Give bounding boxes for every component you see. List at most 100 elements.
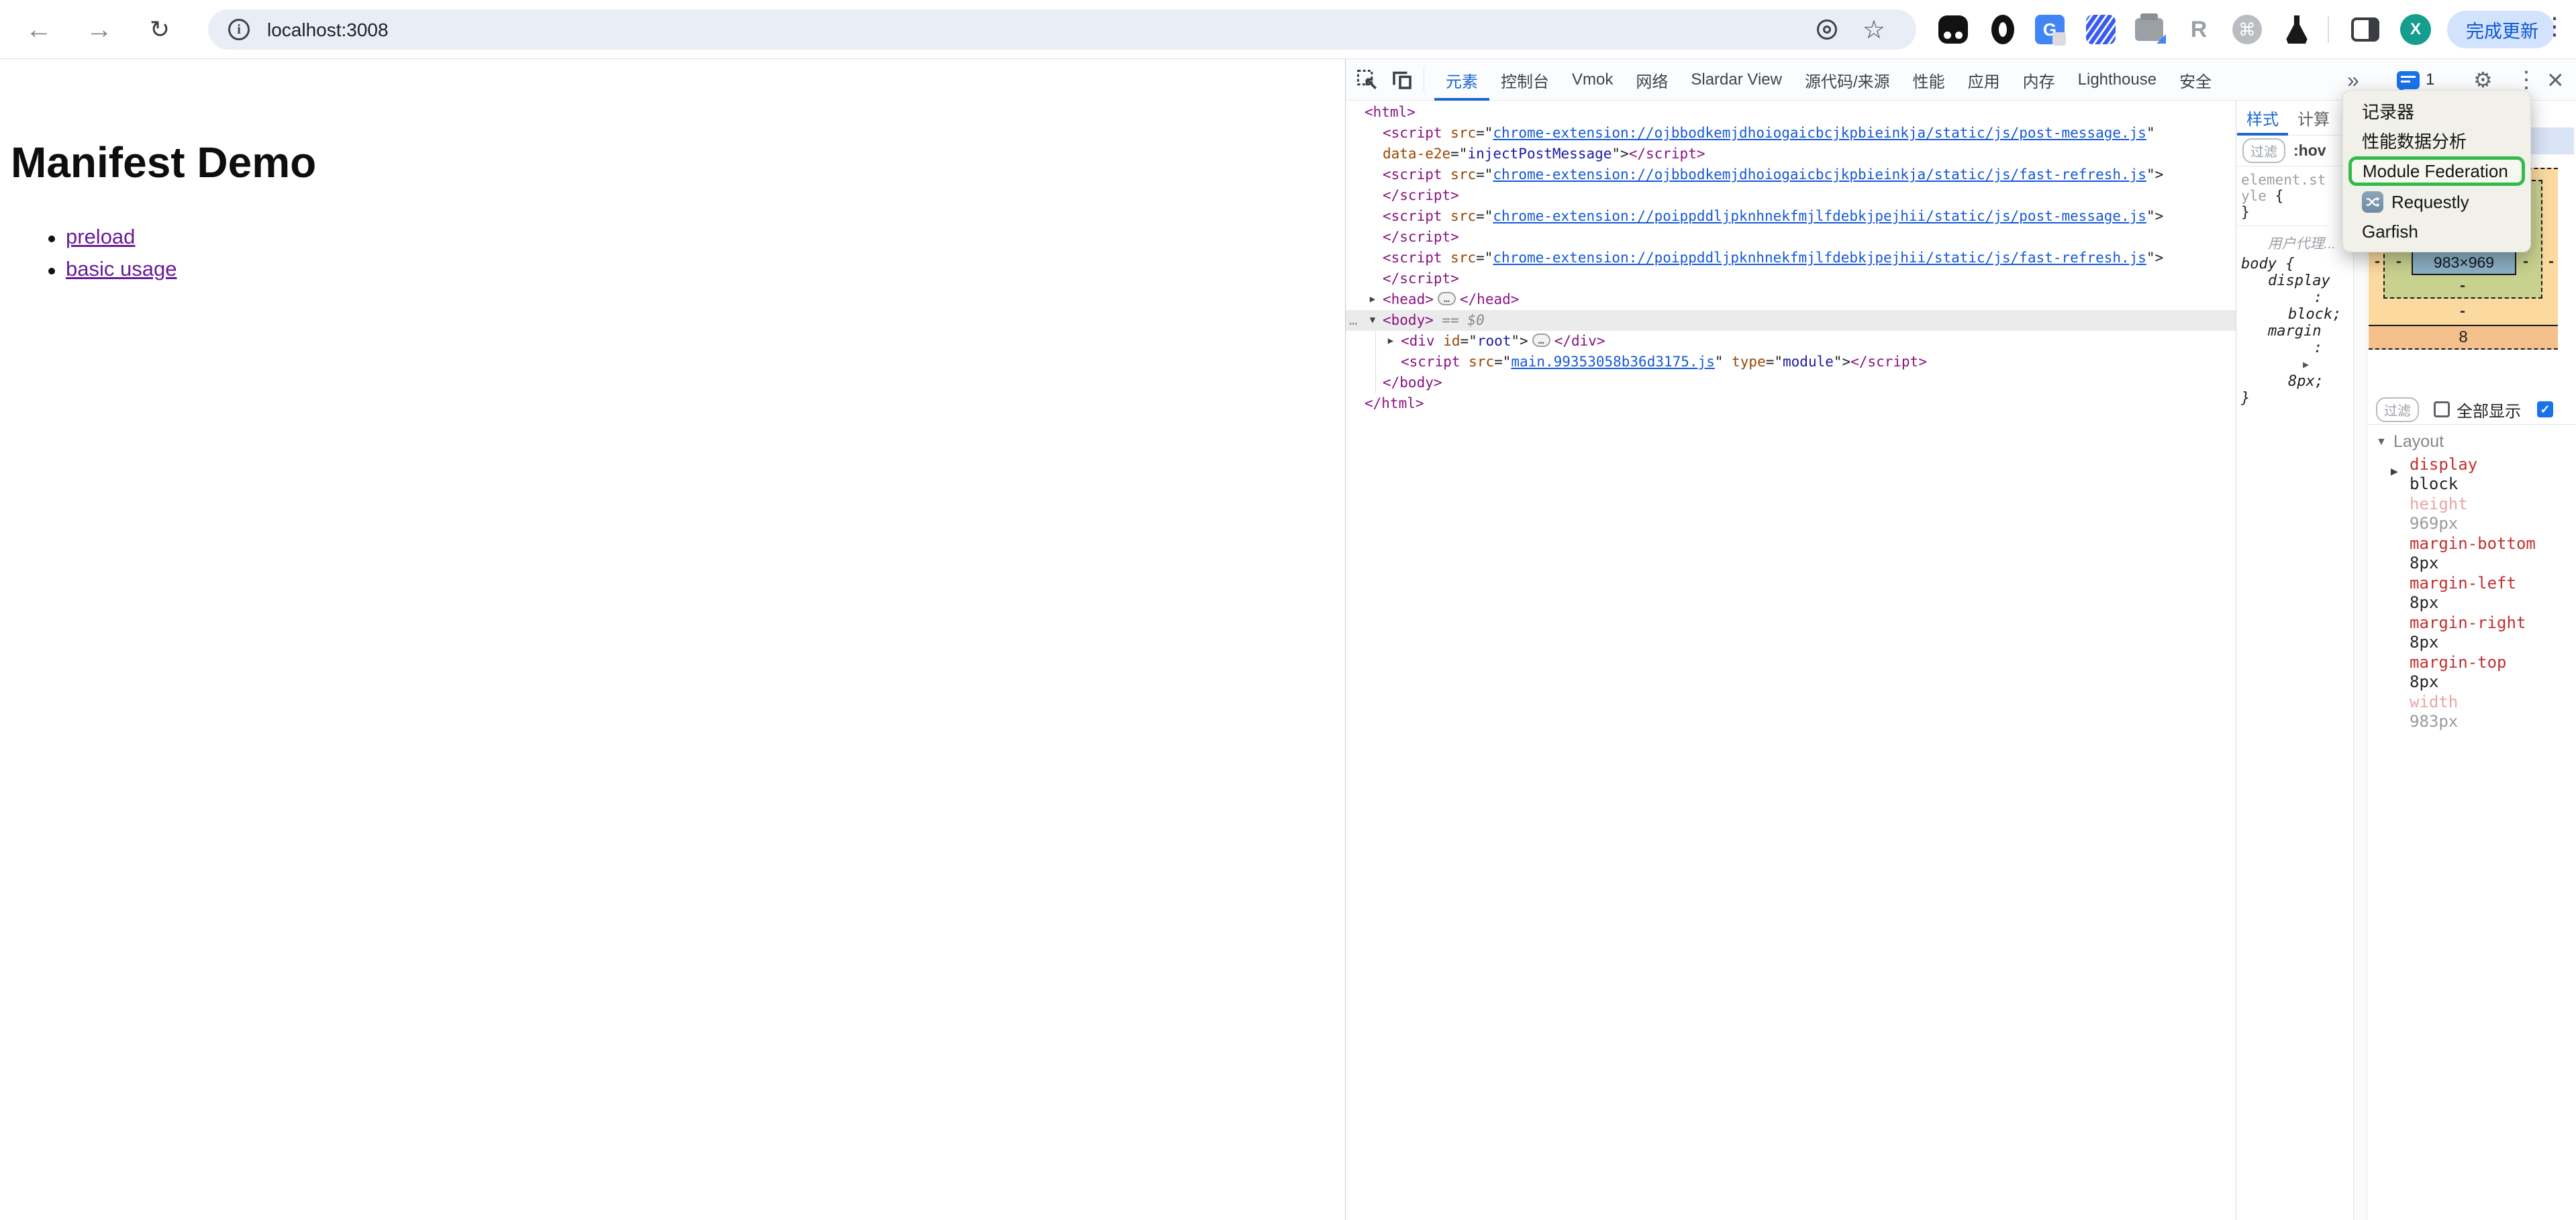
computed-property-height[interactable]: height969px [2368,495,2576,533]
css-property-name: display [2241,272,2353,289]
box-model-content[interactable]: 983×969 [2412,250,2516,275]
devtools-tab-网络[interactable]: 网络 [1624,59,1679,101]
elements-tree-line[interactable]: <script src="chrome-extension://ojbbodke… [1346,123,2236,144]
profile-avatar[interactable]: X [2400,14,2431,45]
menu-item-module-federation[interactable]: Module Federation [2348,156,2525,186]
elements-tree-line[interactable]: </script> [1346,268,2236,289]
bookmark-star-icon[interactable]: ☆ [1863,15,1885,45]
elements-tree-line[interactable]: </html> [1346,393,2236,414]
close-devtools-icon[interactable]: × [2547,59,2564,101]
elements-tree-line[interactable]: data-e2e="injectPostMessage"></script> [1346,144,2236,164]
browser-menu-icon[interactable]: ⋮ [2542,12,2563,40]
computed-property-margin-bottom[interactable]: margin-bottom8px [2368,534,2576,572]
menu-item-garfish[interactable]: Garfish [2343,217,2530,246]
elements-tree-line[interactable]: ▶<head>…</head> [1346,289,2236,310]
computed-filter-input[interactable]: 过滤 [2376,397,2419,422]
inline-expand-ellipsis[interactable]: … [1532,334,1550,347]
css-property-value: 8px; [2241,373,2353,390]
elements-tree-line[interactable]: <script src="chrome-extension://poippddl… [1346,206,2236,227]
inline-expand-ellipsis[interactable]: … [1438,292,1456,305]
computed-property-name: margin-top [2410,653,2576,672]
elements-tree-line[interactable]: </body> [1346,372,2236,393]
site-info-icon[interactable]: i [228,19,250,40]
styles-filter-input[interactable]: 过滤 [2242,138,2285,163]
layout-section-header[interactable]: ▼ Layout [2376,432,2444,452]
box-model-dash: - [2521,252,2530,271]
style-rule-line: } [2241,390,2353,407]
elements-tree-line[interactable]: <script src="main.99353058b36d3175.js" t… [1346,352,2236,372]
show-all-label: 全部显示 [2457,398,2521,421]
node-options-dots[interactable]: … [1349,310,1358,331]
list-bullet [48,268,55,274]
computed-filter-row: 过滤 全部显示 ✓ [2368,395,2576,424]
computed-property-name: height [2410,495,2576,514]
devtools-tab-应用[interactable]: 应用 [1956,59,2012,101]
menu-item-记录器[interactable]: 记录器 [2343,96,2530,125]
body-style-rule[interactable]: body {display:block;margin:▶8px;} [2237,254,2353,407]
devtools-tab-性能[interactable]: 性能 [1901,59,1956,101]
finish-update-button[interactable]: 完成更新 [2447,11,2555,48]
forward-icon[interactable]: → [83,13,115,46]
extension-flask-icon[interactable] [2281,13,2313,46]
computed-property-name: margin-right [2410,613,2576,633]
elements-tree-line[interactable]: …▼<body> == $0 [1346,310,2236,331]
element-style-rule[interactable]: element.style { } [2237,166,2328,226]
css-property-value: block; [2241,306,2353,323]
inspect-element-icon[interactable] [1354,67,1381,93]
reload-icon[interactable]: ↻ [144,13,176,46]
elements-tree-line[interactable]: <script src="chrome-extension://ojbbodke… [1346,164,2236,185]
elements-tree-line[interactable]: ▶<div id="root">…</div> [1346,331,2236,352]
devtools-tab-Slardar View[interactable]: Slardar View [1679,59,1793,101]
devtools-tab-控制台[interactable]: 控制台 [1489,59,1561,101]
pseudo-state-button[interactable]: :hov [2293,142,2326,160]
menu-item-requestly[interactable]: Requestly [2343,187,2530,217]
elements-tree-line[interactable]: </script> [1346,185,2236,206]
basic-usage-link[interactable]: basic usage [66,257,177,281]
extension-translate-icon[interactable]: G [2034,13,2066,46]
devtools-tab-安全[interactable]: 安全 [2168,59,2223,101]
extension-oval-icon[interactable] [1987,13,2019,46]
expand-arrow-icon[interactable]: ▶ [1365,289,1380,310]
elements-tree-line[interactable]: <script src="chrome-extension://poippddl… [1346,248,2236,268]
box-model-margin-bottom[interactable]: 8 [2369,325,2558,350]
elements-tree-line[interactable]: </script> [1346,227,2236,248]
extension-stripes-icon[interactable] [2085,13,2117,46]
expand-arrow-icon[interactable]: ▶ [1383,331,1398,352]
style-rule-line: : [2241,289,2353,306]
computed-property-width[interactable]: width983px [2368,693,2576,731]
devtools-tab-元素[interactable]: 元素 [1434,59,1489,101]
devtools-tab-内存[interactable]: 内存 [2012,59,2067,101]
group-checkbox[interactable]: ✓ [2537,401,2553,417]
expand-arrow-icon[interactable]: ▶ [2391,466,2398,477]
devtools-tab-Vmok[interactable]: Vmok [1561,59,1624,101]
extension-command-icon[interactable]: ⌘ [2231,13,2263,46]
menu-item-性能数据分析[interactable]: 性能数据分析 [2343,125,2530,155]
styles-scrollbar[interactable] [2353,101,2367,1220]
url-text[interactable]: localhost:3008 [267,19,389,41]
devtools-tab-Lighthouse[interactable]: Lighthouse [2067,59,2168,101]
collapse-arrow-icon[interactable]: ▼ [1365,310,1380,331]
back-icon[interactable]: ← [23,13,55,46]
device-toolbar-icon[interactable] [1389,67,1416,93]
computed-property-value: 8px [2410,554,2576,572]
computed-property-display[interactable]: ▶displayblock [2368,455,2576,493]
side-panel-icon[interactable] [2349,13,2381,46]
computed-property-value: block [2410,474,2576,493]
tab-styles[interactable]: 样式 [2237,101,2288,136]
extension-panda-icon[interactable] [1937,13,1969,46]
reading-mode-icon[interactable] [1817,19,1837,40]
address-bar[interactable]: i localhost:3008 ☆ [208,9,1916,50]
tab-computed[interactable]: 计算 [2288,101,2339,136]
preload-link[interactable]: preload [66,225,135,249]
elements-tree-line[interactable]: <html> [1346,102,2236,123]
computed-property-margin-top[interactable]: margin-top8px [2368,653,2576,691]
extension-r-icon[interactable]: R [2183,13,2215,46]
computed-property-margin-left[interactable]: margin-left8px [2368,574,2576,612]
browser-window: ← → ↻ i localhost:3008 ☆ G R ⌘ X 完成更新 ⋮ … [0,0,2576,1220]
collapse-arrow-icon[interactable]: ▼ [2376,436,2393,448]
extension-printer-icon[interactable] [2133,13,2165,46]
devtools-tab-源代码/来源[interactable]: 源代码/来源 [1793,59,1901,101]
show-all-checkbox[interactable] [2434,401,2450,417]
computed-property-margin-right[interactable]: margin-right8px [2368,613,2576,652]
menu-item-label: Garfish [2362,221,2418,242]
